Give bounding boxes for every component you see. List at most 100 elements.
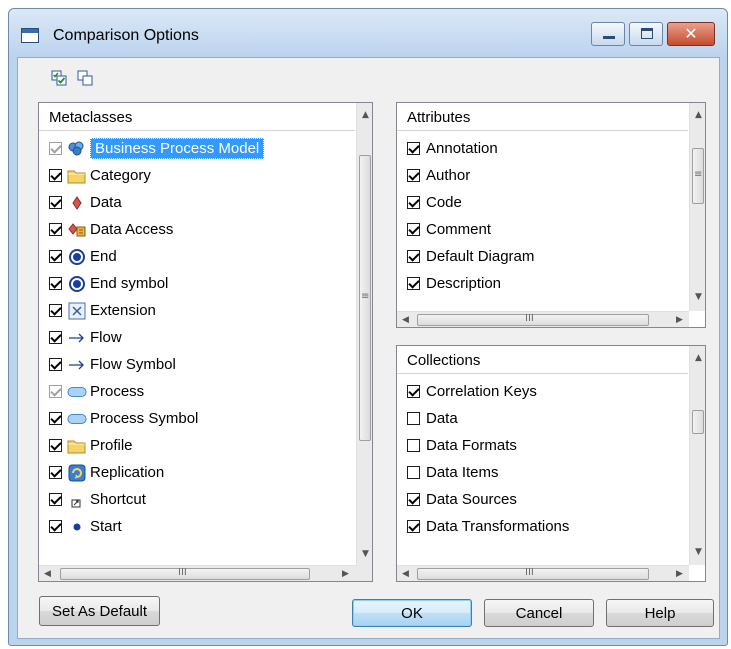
checkbox[interactable] xyxy=(407,277,420,290)
list-item-label: Flow xyxy=(90,329,122,346)
business-process-model-icon xyxy=(67,140,87,158)
checkbox[interactable] xyxy=(49,520,62,533)
checkbox[interactable] xyxy=(407,520,420,533)
list-item[interactable]: Shortcut xyxy=(39,486,146,513)
collections-vertical-scrollbar[interactable]: ▲ ▼ xyxy=(689,346,705,565)
list-item-label: Default Diagram xyxy=(426,248,535,265)
checkbox[interactable] xyxy=(407,493,420,506)
scroll-down-arrow-icon[interactable]: ▼ xyxy=(357,546,372,563)
checkbox[interactable] xyxy=(49,196,62,209)
cancel-button[interactable]: Cancel xyxy=(484,599,594,627)
metaclasses-vertical-scrollbar[interactable]: ▲ ≡ ▼ xyxy=(356,103,372,565)
list-item[interactable]: Description xyxy=(397,270,501,297)
list-item[interactable]: Data Sources xyxy=(397,486,517,513)
checkbox[interactable] xyxy=(407,250,420,263)
checkbox[interactable] xyxy=(49,358,62,371)
flow-arrow-icon xyxy=(67,329,87,347)
list-item[interactable]: Data xyxy=(39,189,122,216)
hscroll-grip-icon: III xyxy=(178,567,187,578)
metaclasses-hscroll-thumb[interactable]: III xyxy=(60,567,310,580)
list-item[interactable]: Process Symbol xyxy=(39,405,198,432)
list-item[interactable]: Data xyxy=(397,405,458,432)
maximize-button[interactable] xyxy=(629,22,663,46)
list-item[interactable]: Flow Symbol xyxy=(39,351,176,378)
list-item[interactable]: Start xyxy=(39,513,122,540)
list-item-label: Shortcut xyxy=(90,491,146,508)
checkbox[interactable] xyxy=(407,169,420,182)
list-item[interactable]: Code xyxy=(397,189,462,216)
set-as-default-button[interactable]: Set As Default xyxy=(39,596,160,626)
list-item[interactable]: End symbol xyxy=(39,270,168,297)
checkbox[interactable] xyxy=(407,142,420,155)
collections-horizontal-scrollbar[interactable]: ◀ III ▶ xyxy=(397,565,689,581)
list-item[interactable]: Extension xyxy=(39,297,156,324)
scroll-up-arrow-icon[interactable]: ▲ xyxy=(357,107,372,124)
checkbox[interactable] xyxy=(407,466,420,479)
list-item[interactable]: Flow xyxy=(39,324,122,351)
list-item[interactable]: Profile xyxy=(39,432,133,459)
list-item[interactable]: Replication xyxy=(39,459,164,486)
checkbox[interactable] xyxy=(49,439,62,452)
list-item-label: Data Sources xyxy=(426,491,517,508)
checkbox[interactable] xyxy=(49,277,62,290)
list-item[interactable]: Data Transformations xyxy=(397,513,569,540)
help-button[interactable]: Help xyxy=(606,599,714,627)
checkbox[interactable] xyxy=(407,223,420,236)
scroll-right-arrow-icon[interactable]: ▶ xyxy=(671,312,688,327)
checkbox[interactable] xyxy=(49,331,62,344)
scroll-up-arrow-icon[interactable]: ▲ xyxy=(690,107,705,124)
checkbox[interactable] xyxy=(407,385,420,398)
metaclasses-horizontal-scrollbar[interactable]: ◀ III ▶ xyxy=(39,565,356,581)
scroll-right-arrow-icon[interactable]: ▶ xyxy=(337,566,354,581)
checkbox[interactable] xyxy=(49,223,62,236)
list-item[interactable]: Author xyxy=(397,162,470,189)
attributes-scroll-thumb[interactable]: ≡ xyxy=(692,148,704,204)
checkbox[interactable] xyxy=(49,250,62,263)
deselect-all-icon[interactable] xyxy=(77,70,93,86)
checkbox[interactable] xyxy=(49,304,62,317)
scroll-left-arrow-icon[interactable]: ◀ xyxy=(39,566,56,581)
list-item[interactable]: Annotation xyxy=(397,135,498,162)
checkbox[interactable] xyxy=(49,493,62,506)
scroll-up-arrow-icon[interactable]: ▲ xyxy=(690,350,705,367)
list-item[interactable]: Process xyxy=(39,378,144,405)
metaclasses-list[interactable]: Metaclasses Business Process Model Catego… xyxy=(38,102,373,582)
list-item[interactable]: Correlation Keys xyxy=(397,378,537,405)
checkbox[interactable] xyxy=(407,196,420,209)
scroll-right-arrow-icon[interactable]: ▶ xyxy=(671,566,688,581)
process-icon xyxy=(67,410,87,428)
list-item[interactable]: End xyxy=(39,243,117,270)
checkbox[interactable] xyxy=(49,466,62,479)
collections-list[interactable]: Collections Correlation Keys Data Data For… xyxy=(396,345,706,582)
scroll-down-arrow-icon[interactable]: ▼ xyxy=(690,544,705,561)
close-button[interactable]: ✕ xyxy=(667,22,715,46)
list-item[interactable]: Default Diagram xyxy=(397,243,534,270)
collections-scroll-thumb[interactable] xyxy=(692,410,704,434)
list-item[interactable]: Data Formats xyxy=(397,432,517,459)
scroll-down-arrow-icon[interactable]: ▼ xyxy=(690,289,705,306)
attributes-list[interactable]: Attributes Annotation Author Code Comment De… xyxy=(396,102,706,328)
checkbox xyxy=(49,142,62,155)
attributes-horizontal-scrollbar[interactable]: ◀ III ▶ xyxy=(397,311,689,327)
attributes-hscroll-thumb[interactable]: III xyxy=(417,313,649,326)
list-item[interactable]: Data Access xyxy=(39,216,173,243)
scroll-left-arrow-icon[interactable]: ◀ xyxy=(397,312,414,327)
ok-button[interactable]: OK xyxy=(352,599,472,627)
checkbox[interactable] xyxy=(407,439,420,452)
attributes-vertical-scrollbar[interactable]: ▲ ≡ ▼ xyxy=(689,103,705,311)
metaclasses-scroll-thumb[interactable]: ≡ xyxy=(359,155,371,441)
list-item-label: Category xyxy=(90,167,151,184)
list-item[interactable]: Comment xyxy=(397,216,491,243)
checkbox[interactable] xyxy=(407,412,420,425)
list-item[interactable]: Category xyxy=(39,162,151,189)
scroll-left-arrow-icon[interactable]: ◀ xyxy=(397,566,414,581)
checkbox[interactable] xyxy=(49,169,62,182)
select-all-icon[interactable] xyxy=(51,70,67,86)
collections-hscroll-thumb[interactable]: III xyxy=(417,567,649,580)
list-item[interactable]: Business Process Model xyxy=(39,135,265,162)
list-item[interactable]: Data Items xyxy=(397,459,499,486)
checkbox[interactable] xyxy=(49,412,62,425)
minimize-button[interactable] xyxy=(591,22,625,46)
title-bar[interactable]: Comparison Options ✕ xyxy=(9,9,727,57)
extension-icon xyxy=(67,302,87,320)
